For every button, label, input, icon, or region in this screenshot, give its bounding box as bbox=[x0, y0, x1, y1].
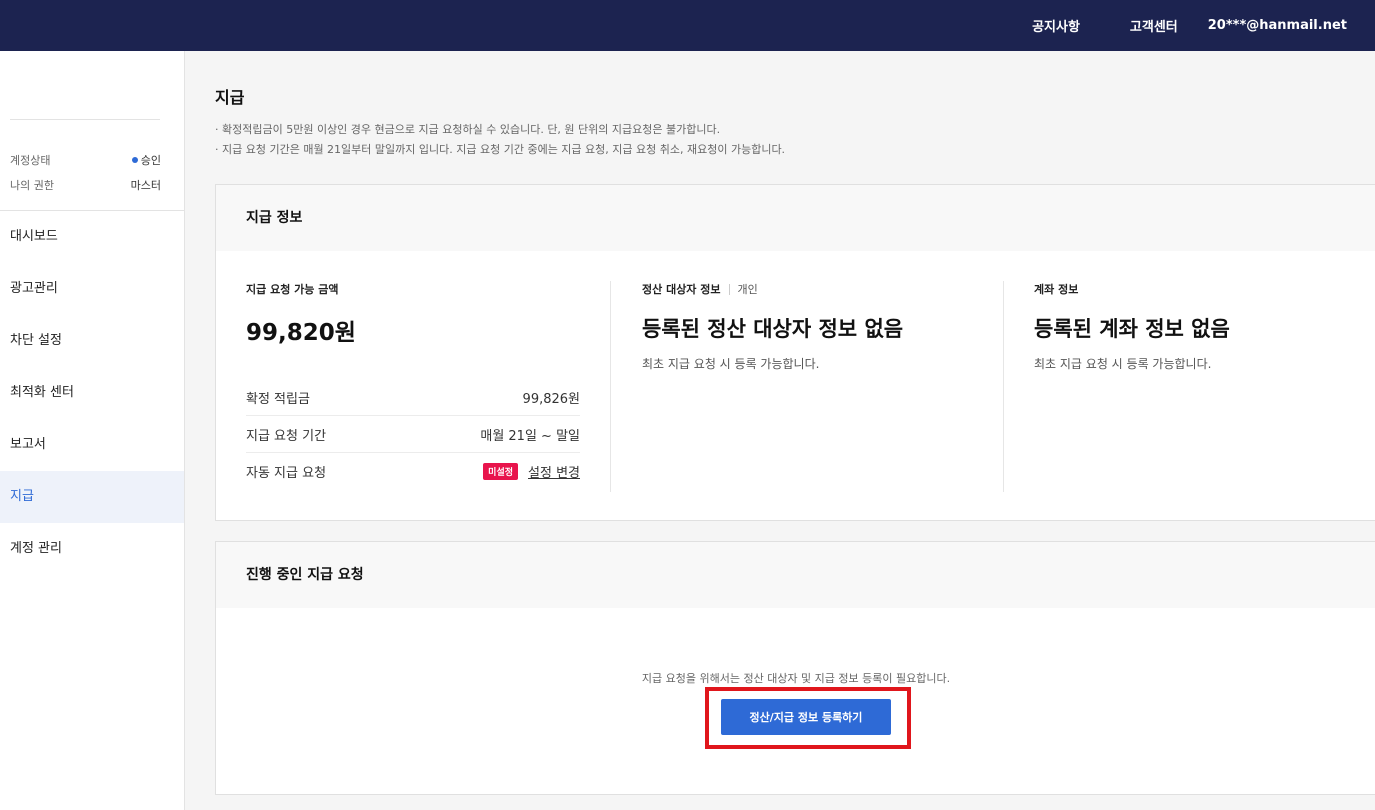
sidebar-divider bbox=[10, 119, 160, 120]
sidebar-menu: 대시보드 광고관리 차단 설정 최적화 센터 보고서 지급 계정 관리 bbox=[0, 211, 184, 575]
detail-value: 매월 21일 ~ 말일 bbox=[480, 428, 580, 444]
account-status-value: 승인 bbox=[140, 154, 161, 167]
pending-requests-card: 진행 중인 지급 요청 지급 요청을 위해서는 정산 대상자 및 지급 정보 등… bbox=[215, 541, 1375, 795]
sidebar: 계정상태 승인 나의 권한 마스터 대시보드 광고관리 차단 설정 최적화 센터… bbox=[0, 51, 185, 810]
header-nav: 공지사항 고객센터 20***@hanmail.net bbox=[1032, 0, 1347, 51]
pending-message: 지급 요청을 위해서는 정산 대상자 및 지급 정보 등록이 필요합니다. bbox=[641, 672, 951, 685]
column-divider bbox=[1003, 281, 1004, 492]
payment-detail-list: 확정 적립금 99,826원 지급 요청 기간 매월 21일 ~ 말일 자동 지… bbox=[246, 379, 580, 490]
role-row: 나의 권한 마스터 bbox=[10, 176, 161, 194]
main-content: 지급 · 확정적립금이 5만원 이상인 경우 현금으로 지급 요청하실 수 있습… bbox=[215, 51, 1375, 810]
payment-info-title: 지급 정보 bbox=[216, 185, 1375, 251]
account-status-row: 계정상태 승인 bbox=[10, 151, 161, 169]
settlement-type: 개인 bbox=[737, 283, 758, 296]
unset-badge: 미설정 bbox=[483, 463, 519, 480]
account-status-value-wrap: 승인 bbox=[131, 152, 161, 168]
status-dot-icon bbox=[131, 157, 138, 163]
register-payment-info-button[interactable]: 정산/지급 정보 등록하기 bbox=[721, 699, 891, 735]
available-amount-label: 지급 요청 가능 금액 bbox=[246, 283, 339, 296]
page-title: 지급 bbox=[215, 88, 245, 107]
settlement-label: 정산 대상자 정보 bbox=[642, 283, 721, 296]
label-divider bbox=[728, 283, 730, 295]
column-divider bbox=[610, 281, 611, 492]
account-section: 계좌 정보 등록된 계좌 정보 없음 최초 지급 요청 시 등록 가능합니다. bbox=[1034, 281, 1230, 372]
notice-link[interactable]: 공지사항 bbox=[1032, 16, 1080, 35]
settlement-sub: 최초 지급 요청 시 등록 가능합니다. bbox=[642, 357, 820, 371]
sidebar-item-optimization[interactable]: 최적화 센터 bbox=[0, 367, 184, 419]
available-amount-section: 지급 요청 가능 금액 99,820원 bbox=[246, 281, 356, 347]
detail-row: 지급 요청 기간 매월 21일 ~ 말일 bbox=[246, 416, 580, 453]
notice-line: · 확정적립금이 5만원 이상인 경우 현금으로 지급 요청하실 수 있습니다.… bbox=[215, 123, 721, 136]
detail-row: 자동 지급 요청 미설정 설정 변경 bbox=[246, 453, 580, 490]
sidebar-item-account[interactable]: 계정 관리 bbox=[0, 523, 184, 575]
role-label: 나의 권한 bbox=[10, 179, 54, 192]
sidebar-item-block-settings[interactable]: 차단 설정 bbox=[0, 315, 184, 367]
change-settings-link[interactable]: 설정 변경 bbox=[528, 462, 580, 481]
role-value: 마스터 bbox=[130, 179, 161, 192]
sidebar-item-reports[interactable]: 보고서 bbox=[0, 419, 184, 471]
notice-line: · 지급 요청 기간은 매월 21일부터 말일까지 입니다. 지급 요청 기간 … bbox=[215, 143, 786, 156]
account-status-label: 계정상태 bbox=[10, 154, 51, 167]
settlement-section: 정산 대상자 정보 개인 등록된 정산 대상자 정보 없음 최초 지급 요청 시… bbox=[642, 281, 903, 372]
settlement-label-wrap: 정산 대상자 정보 개인 bbox=[642, 281, 903, 297]
payment-info-card: 지급 정보 지급 요청 가능 금액 99,820원 확정 적립금 99,826원… bbox=[215, 184, 1375, 521]
account-sub: 최초 지급 요청 시 등록 가능합니다. bbox=[1034, 357, 1212, 371]
detail-row: 확정 적립금 99,826원 bbox=[246, 379, 580, 416]
top-header: 공지사항 고객센터 20***@hanmail.net bbox=[0, 0, 1375, 51]
pending-message-wrap: 지급 요청을 위해서는 정산 대상자 및 지급 정보 등록이 필요합니다. bbox=[216, 670, 1375, 686]
detail-label: 확정 적립금 bbox=[246, 391, 310, 407]
settlement-empty: 등록된 정산 대상자 정보 없음 bbox=[642, 317, 904, 341]
account-empty: 등록된 계좌 정보 없음 bbox=[1034, 317, 1230, 341]
detail-label: 지급 요청 기간 bbox=[246, 428, 327, 444]
sidebar-item-payment[interactable]: 지급 bbox=[0, 471, 184, 523]
account-label: 계좌 정보 bbox=[1034, 283, 1079, 296]
user-email[interactable]: 20***@hanmail.net bbox=[1208, 18, 1347, 33]
sidebar-item-dashboard[interactable]: 대시보드 bbox=[0, 211, 184, 263]
detail-label: 자동 지급 요청 bbox=[246, 466, 327, 481]
available-amount: 99,820원 bbox=[246, 320, 356, 346]
detail-value: 99,826원 bbox=[522, 391, 580, 407]
pending-requests-title: 진행 중인 지급 요청 bbox=[216, 542, 1375, 608]
support-link[interactable]: 고객센터 bbox=[1130, 16, 1178, 35]
auto-request-value: 미설정 설정 변경 bbox=[483, 462, 580, 481]
sidebar-item-ads[interactable]: 광고관리 bbox=[0, 263, 184, 315]
